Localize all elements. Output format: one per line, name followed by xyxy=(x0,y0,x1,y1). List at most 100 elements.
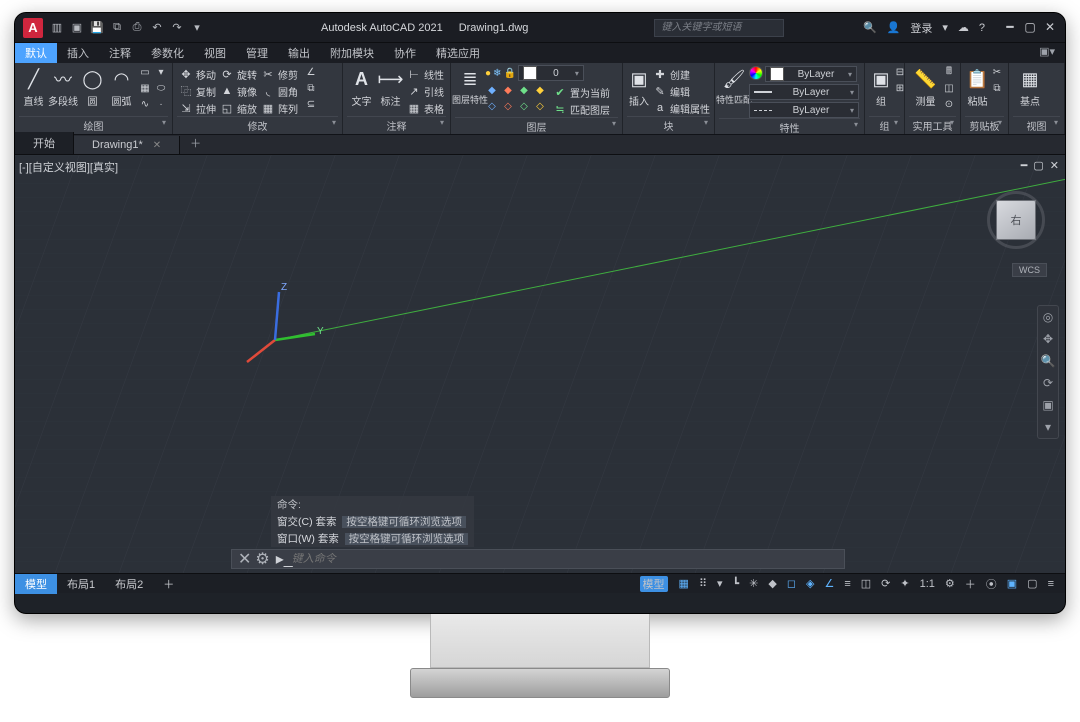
cycling-toggle-icon[interactable]: ⟳ xyxy=(878,577,893,590)
app-logo[interactable]: A xyxy=(23,18,43,38)
command-line[interactable]: ✕ ⚙ ▸_ xyxy=(231,549,845,569)
view-label[interactable]: [-][自定义视图][真实] xyxy=(19,159,118,175)
iso-toggle-icon[interactable]: ◆ xyxy=(765,577,779,590)
rectangle-icon[interactable]: ▭ xyxy=(138,65,152,79)
hatch-icon[interactable]: ▦ xyxy=(138,81,152,95)
match-layer-button[interactable]: ≒匹配图层 xyxy=(551,101,612,117)
edit-block-button[interactable]: ✎编辑 xyxy=(651,83,712,99)
viewport-minimize-button[interactable]: ━ xyxy=(1021,159,1028,172)
saveas-icon[interactable]: ⧉ xyxy=(109,20,125,36)
redo-icon[interactable]: ↷ xyxy=(169,20,185,36)
plot-icon[interactable]: ⎙ xyxy=(129,20,145,36)
gizmo-toggle-icon[interactable]: ✦ xyxy=(897,577,912,590)
copy-button[interactable]: ⿻复制 xyxy=(177,83,218,99)
layer-properties-button[interactable]: ≣图层特性 xyxy=(455,65,485,117)
calc-icon[interactable]: 🖩 xyxy=(942,65,956,79)
layer-bulb-icon[interactable]: ● xyxy=(485,68,491,79)
viewport-maximize-button[interactable]: ▢ xyxy=(1033,159,1043,172)
transparency-toggle-icon[interactable]: ◫ xyxy=(858,577,874,590)
panel-expand-icon[interactable]: ▾ xyxy=(1054,118,1058,127)
point-icon[interactable]: · xyxy=(154,97,168,111)
line-button[interactable]: ╱直线 xyxy=(19,65,48,108)
mirror-button[interactable]: ▲镜像 xyxy=(218,83,259,99)
base-view-button[interactable]: ▦基点 xyxy=(1013,65,1047,108)
create-block-button[interactable]: ✚创建 xyxy=(651,66,712,82)
snap-toggle-icon[interactable]: ⠿ xyxy=(696,577,710,590)
ribbon-tab-featured[interactable]: 精选应用 xyxy=(426,43,490,63)
layer-iso-icon[interactable]: ◆ xyxy=(485,83,499,97)
draw-flyout-icon[interactable]: ▾ xyxy=(154,65,168,79)
insert-block-button[interactable]: ▣插入 xyxy=(627,65,651,108)
new-icon[interactable]: ▥ xyxy=(49,20,65,36)
ribbon-tab-view[interactable]: 视图 xyxy=(194,43,236,63)
lineweight-select[interactable]: ByLayer▾ xyxy=(749,84,859,100)
osnap-toggle-icon[interactable]: ◻ xyxy=(784,577,799,590)
layout-tab-2[interactable]: 布局2 xyxy=(105,574,153,594)
cmdline-close-icon[interactable]: ✕ xyxy=(238,549,251,569)
viewport-close-button[interactable]: ✕ xyxy=(1050,159,1059,172)
rotate-button[interactable]: ⟳旋转 xyxy=(218,66,259,82)
set-current-layer-button[interactable]: ✔置为当前 xyxy=(551,84,612,100)
ribbon-tab-collab[interactable]: 协作 xyxy=(384,43,426,63)
move-button[interactable]: ✥移动 xyxy=(177,66,218,82)
color-select[interactable]: ByLayer▾ xyxy=(765,66,857,82)
grid-toggle-icon[interactable]: ▦ xyxy=(676,577,692,590)
group-button[interactable]: ▣组 xyxy=(869,65,893,108)
offset-icon[interactable]: ⊆ xyxy=(304,97,318,111)
wcs-indicator[interactable]: WCS xyxy=(1012,263,1047,277)
command-input[interactable] xyxy=(292,553,844,565)
close-button[interactable]: ✕ xyxy=(1043,21,1057,35)
panel-expand-icon[interactable]: ▾ xyxy=(950,118,954,127)
annomonitor-icon[interactable]: ＋ xyxy=(962,576,979,592)
tab-drawing1[interactable]: Drawing1*✕ xyxy=(74,136,180,154)
erase-icon[interactable]: ∠ xyxy=(304,65,318,79)
circle-button[interactable]: ◯圆 xyxy=(78,65,107,108)
measure-button[interactable]: 📏测量 xyxy=(909,65,942,108)
ellipse-icon[interactable]: ⬭ xyxy=(154,81,168,95)
match-properties-button[interactable]: 🖌特性匹配 xyxy=(719,65,749,106)
lwt-toggle-icon[interactable]: ≡ xyxy=(841,578,853,590)
restore-button[interactable]: ▢ xyxy=(1023,21,1037,35)
hardware-accel-icon[interactable]: ▣ xyxy=(1004,577,1020,590)
ribbon-tab-home[interactable]: 默认 xyxy=(15,43,57,63)
qat-more-icon[interactable]: ▾ xyxy=(189,20,205,36)
layer-frz-icon[interactable]: ◇ xyxy=(501,99,515,113)
panel-expand-icon[interactable]: ▾ xyxy=(162,118,166,127)
minimize-button[interactable]: ━ xyxy=(1003,21,1017,35)
save-icon[interactable]: 💾 xyxy=(89,20,105,36)
help-search-input[interactable]: 键入关键字或短语 xyxy=(654,19,784,37)
search-icon[interactable]: 🔍 xyxy=(863,21,877,34)
otrack-toggle-icon[interactable]: ∠ xyxy=(821,577,837,590)
layout-tab-add[interactable]: ＋ xyxy=(153,574,184,594)
ribbon-collapse-button[interactable]: ▣▾ xyxy=(1029,43,1065,63)
3dosnap-toggle-icon[interactable]: ◈ xyxy=(803,577,817,590)
ribbon-tab-parametric[interactable]: 参数化 xyxy=(141,43,194,63)
layer-thaw-icon[interactable]: ◇ xyxy=(485,99,499,113)
color-wheel-icon[interactable] xyxy=(749,66,763,80)
panel-expand-icon[interactable]: ▾ xyxy=(998,118,1002,127)
explode-icon[interactable]: ⧉ xyxy=(304,81,318,95)
cut-icon[interactable]: ✂ xyxy=(990,65,1004,79)
edit-attr-button[interactable]: a编辑属性 xyxy=(651,100,712,116)
ribbon-tab-manage[interactable]: 管理 xyxy=(236,43,278,63)
nav-more-icon[interactable]: ▾ xyxy=(1038,416,1058,438)
drawing-viewport[interactable]: Y Z [-][自定义视图][真实] ━ ▢ ✕ 右 WCS ◎ ✥ 🔍 ⟳ ▣… xyxy=(15,155,1065,573)
ribbon-tab-output[interactable]: 输出 xyxy=(278,43,320,63)
layer-off-icon[interactable]: ◆ xyxy=(501,83,515,97)
dimension-button[interactable]: ⟼标注 xyxy=(376,65,405,108)
cmdline-options-icon[interactable]: ⚙ xyxy=(255,549,269,569)
layer-lock2-icon[interactable]: ◆ xyxy=(533,83,547,97)
layer-select[interactable]: 0 ▾ xyxy=(518,65,584,81)
arc-button[interactable]: ◠圆弧 xyxy=(107,65,136,108)
nav-wheel-icon[interactable]: ◎ xyxy=(1038,306,1058,328)
close-tab-icon[interactable]: ✕ xyxy=(153,140,161,151)
layer-match-icon[interactable]: ◇ xyxy=(533,99,547,113)
paste-button[interactable]: 📋粘贴 xyxy=(965,65,990,108)
linetype-select[interactable]: ByLayer▾ xyxy=(749,102,859,118)
panel-expand-icon[interactable]: ▾ xyxy=(332,118,336,127)
point-icon2[interactable]: ⊙ xyxy=(942,97,956,111)
nav-orbit-icon[interactable]: ⟳ xyxy=(1038,372,1058,394)
ortho-toggle-icon[interactable]: ┗ xyxy=(730,577,743,590)
nav-pan-icon[interactable]: ✥ xyxy=(1038,328,1058,350)
stretch-button[interactable]: ⇲拉伸 xyxy=(177,100,218,116)
